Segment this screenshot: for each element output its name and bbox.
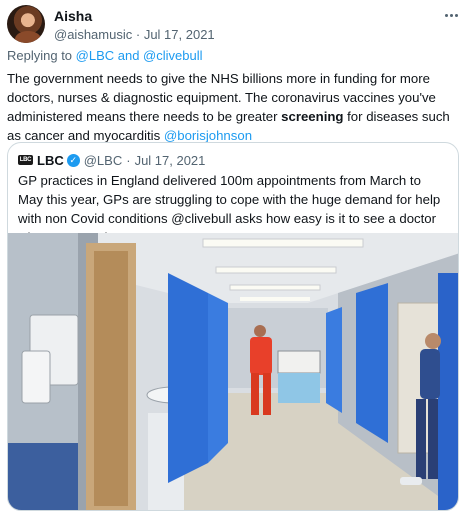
meta-separator: · bbox=[135, 27, 141, 42]
tweet-date[interactable]: Jul 17, 2021 bbox=[144, 27, 215, 42]
quoted-tweet[interactable]: LBC LBC ✓ @LBC · Jul 17, 2021 GP practic… bbox=[7, 142, 459, 511]
tweet-text-bold: screening bbox=[281, 109, 344, 124]
replying-to-link[interactable]: @LBC and @clivebull bbox=[76, 48, 203, 63]
replying-to: Replying to @LBC and @clivebull bbox=[7, 48, 203, 63]
verified-badge-icon: ✓ bbox=[66, 153, 80, 167]
photo-illustration bbox=[8, 233, 458, 510]
quote-header: LBC LBC ✓ @LBC · Jul 17, 2021 bbox=[18, 151, 205, 169]
tweet-header: Aisha @aishamusic · Jul 17, 2021 bbox=[54, 8, 462, 42]
quote-handle[interactable]: @LBC bbox=[84, 153, 123, 168]
author-handle[interactable]: @aishamusic bbox=[54, 27, 132, 42]
tweet[interactable]: Aisha @aishamusic · Jul 17, 2021 Replyin… bbox=[0, 0, 472, 517]
author-meta: @aishamusic · Jul 17, 2021 bbox=[54, 27, 215, 42]
avatar[interactable] bbox=[7, 5, 45, 43]
quote-date[interactable]: Jul 17, 2021 bbox=[135, 153, 206, 168]
quote-author-name[interactable]: LBC bbox=[37, 153, 64, 168]
replying-prefix: Replying to bbox=[7, 48, 76, 63]
quote-separator: · bbox=[126, 152, 131, 168]
more-horizontal-icon[interactable] bbox=[442, 10, 460, 20]
hospital-corridor-photo[interactable] bbox=[8, 233, 458, 510]
tweet-text: The government needs to give the NHS bil… bbox=[7, 69, 459, 145]
mention-link[interactable]: @borisjohnson bbox=[164, 128, 252, 143]
author-name[interactable]: Aisha bbox=[54, 8, 92, 24]
lbc-logo[interactable]: LBC bbox=[18, 155, 33, 165]
